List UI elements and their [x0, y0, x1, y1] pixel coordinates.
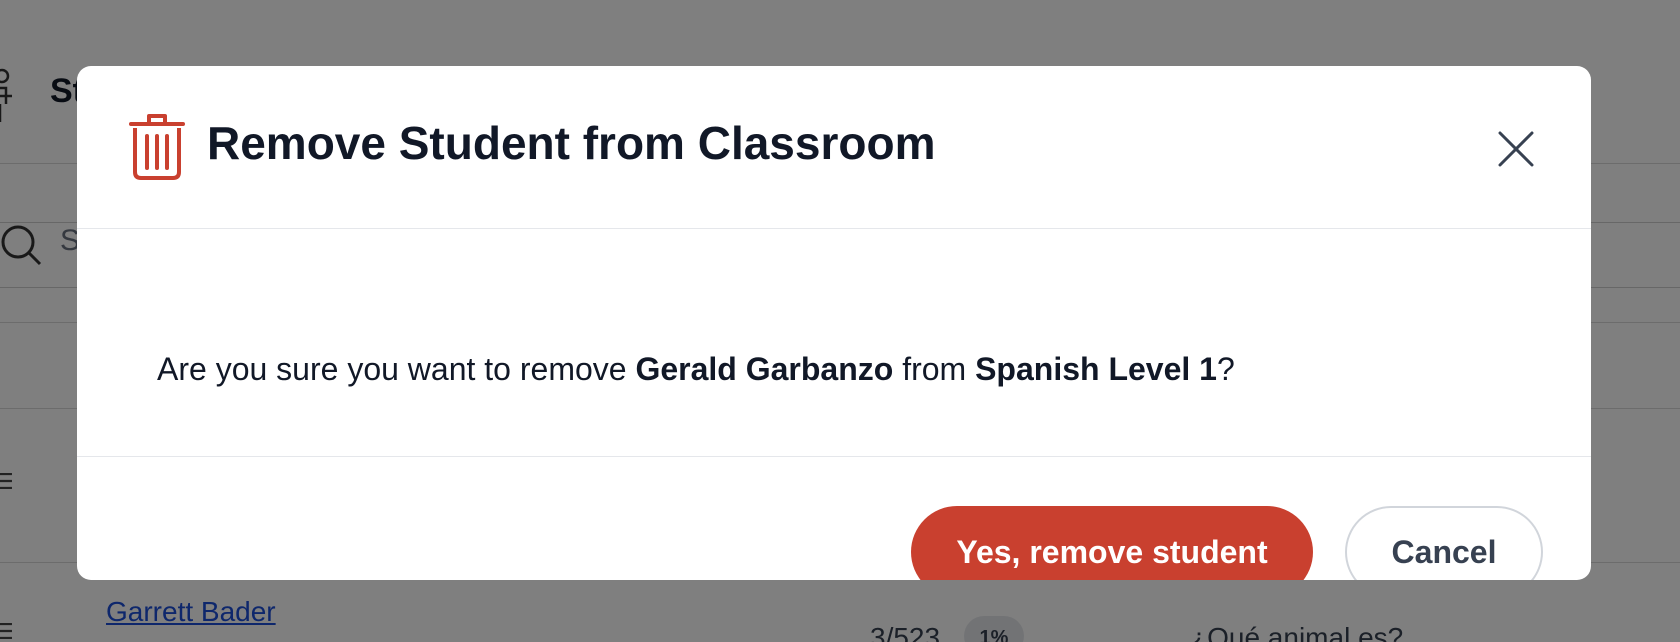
close-icon[interactable]: [1491, 124, 1541, 174]
remove-student-dialog: Remove Student from Classroom Are you su…: [77, 66, 1591, 580]
student-name: Gerald Garbanzo: [635, 351, 894, 387]
dialog-header: Remove Student from Classroom: [77, 66, 1591, 229]
message-middle: from: [893, 351, 976, 387]
cancel-button[interactable]: Cancel: [1345, 506, 1543, 580]
confirm-remove-button[interactable]: Yes, remove student: [911, 506, 1313, 580]
dialog-title: Remove Student from Classroom: [207, 117, 936, 169]
dialog-body: Are you sure you want to remove Gerald G…: [77, 230, 1591, 457]
dialog-footer: Yes, remove student Cancel: [77, 458, 1591, 580]
confirmation-message: Are you sure you want to remove Gerald G…: [157, 350, 1235, 388]
trash-icon: [129, 114, 185, 180]
message-suffix: ?: [1216, 351, 1235, 387]
classroom-name: Spanish Level 1: [975, 351, 1217, 387]
message-prefix: Are you sure you want to remove: [157, 351, 636, 387]
